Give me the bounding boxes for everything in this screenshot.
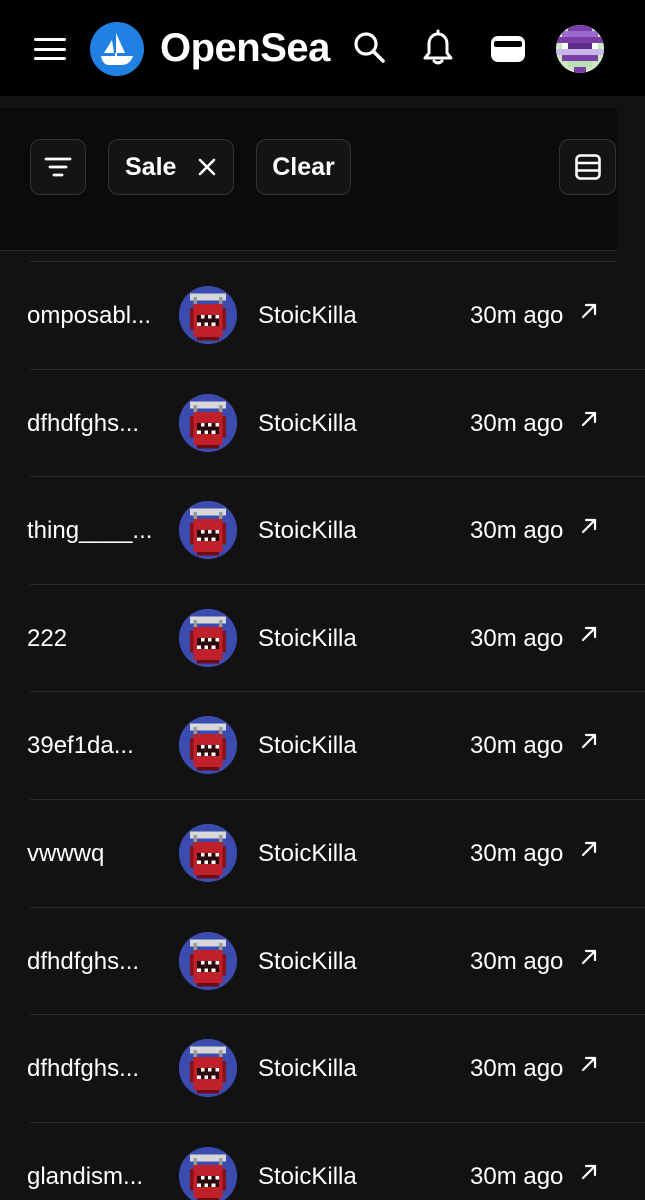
item-name[interactable]: omposabl... (27, 302, 177, 330)
timestamp: 30m ago (470, 302, 564, 329)
external-link-icon[interactable] (580, 840, 598, 858)
username[interactable]: StoicKilla (258, 302, 357, 330)
item-name[interactable]: thing____... (27, 517, 177, 545)
username[interactable]: StoicKilla (258, 840, 357, 868)
user-avatar-stoickilla[interactable] (179, 1146, 237, 1200)
activity-row[interactable]: glandism... StoicKilla 30m ago (27, 1123, 645, 1200)
activity-row[interactable]: dfhdfghs... StoicKilla 30m ago (27, 1015, 645, 1123)
user-avatar-stoickilla[interactable] (179, 501, 237, 560)
username[interactable]: StoicKilla (258, 517, 357, 545)
divider (0, 250, 617, 251)
username[interactable]: StoicKilla (258, 948, 357, 976)
item-name[interactable]: dfhdfghs... (27, 1055, 177, 1083)
user-avatar-stoickilla[interactable] (179, 716, 237, 775)
username[interactable]: StoicKilla (258, 1055, 357, 1083)
search-icon[interactable] (350, 28, 390, 68)
list-view-button[interactable] (559, 139, 616, 195)
timestamp: 30m ago (470, 732, 564, 760)
brand-name[interactable]: OpenSea (160, 24, 330, 72)
username[interactable]: StoicKilla (258, 1163, 357, 1191)
activity-list: omposabl... StoicKilla 30m ago dfhdfghs.… (0, 262, 645, 1200)
opensea-logo[interactable] (90, 22, 144, 76)
user-avatar[interactable] (556, 25, 604, 73)
top-header: OpenSea (0, 0, 645, 96)
filter-bar: Sale Clear (0, 108, 617, 250)
user-avatar-stoickilla[interactable] (179, 286, 237, 344)
activity-row[interactable]: 222 StoicKilla 30m ago (27, 585, 645, 693)
user-avatar-stoickilla[interactable] (179, 823, 237, 882)
external-link-icon[interactable] (580, 625, 598, 643)
external-link-icon[interactable] (580, 1055, 598, 1073)
external-link-icon[interactable] (580, 302, 598, 320)
external-link-icon[interactable] (580, 1163, 598, 1181)
user-avatar-stoickilla[interactable] (179, 1039, 237, 1098)
username[interactable]: StoicKilla (258, 732, 357, 760)
external-link-icon[interactable] (580, 517, 598, 535)
timestamp: 30m ago (470, 517, 564, 545)
list-view-icon (574, 154, 601, 180)
item-name[interactable]: dfhdfghs... (27, 948, 177, 976)
user-avatar-stoickilla[interactable] (179, 393, 237, 452)
filter-button[interactable] (30, 139, 86, 195)
timestamp: 30m ago (470, 1162, 564, 1190)
activity-row[interactable]: dfhdfghs... StoicKilla 30m ago (27, 370, 645, 478)
timestamp: 30m ago (470, 624, 564, 652)
item-name[interactable]: dfhdfghs... (27, 410, 177, 438)
timestamp: 30m ago (470, 947, 564, 975)
activity-row[interactable]: vwwwq StoicKilla 30m ago (27, 800, 645, 908)
close-icon[interactable] (197, 157, 217, 177)
timestamp: 30m ago (470, 1055, 564, 1083)
timestamp: 30m ago (470, 839, 564, 867)
app-root: OpenSea Sale Clear omposabl... StoicKill… (0, 0, 645, 1200)
sale-chip-label: Sale (125, 152, 177, 181)
filter-icon (44, 157, 72, 177)
clear-filters-button[interactable]: Clear (256, 139, 351, 195)
activity-row[interactable]: 39ef1da... StoicKilla 30m ago (27, 692, 645, 800)
username[interactable]: StoicKilla (258, 410, 357, 438)
activity-row[interactable]: dfhdfghs... StoicKilla 30m ago (27, 908, 645, 1016)
activity-row[interactable]: omposabl... StoicKilla 30m ago (27, 262, 645, 370)
username[interactable]: StoicKilla (258, 625, 357, 653)
external-link-icon[interactable] (580, 410, 598, 428)
external-link-icon[interactable] (580, 732, 598, 750)
bell-icon[interactable] (418, 28, 458, 68)
clear-label: Clear (272, 152, 335, 181)
activity-row[interactable]: thing____... StoicKilla 30m ago (27, 477, 645, 585)
item-name[interactable]: glandism... (27, 1163, 177, 1191)
user-avatar-stoickilla[interactable] (179, 608, 237, 667)
wallet-icon[interactable] (488, 28, 528, 68)
sale-filter-chip[interactable]: Sale (108, 139, 234, 195)
item-name[interactable]: 222 (27, 625, 177, 653)
user-avatar-stoickilla[interactable] (179, 931, 237, 990)
external-link-icon[interactable] (580, 948, 598, 966)
menu-icon[interactable] (34, 38, 66, 60)
item-name[interactable]: vwwwq (27, 840, 177, 868)
item-name[interactable]: 39ef1da... (27, 732, 177, 760)
timestamp: 30m ago (470, 409, 564, 437)
